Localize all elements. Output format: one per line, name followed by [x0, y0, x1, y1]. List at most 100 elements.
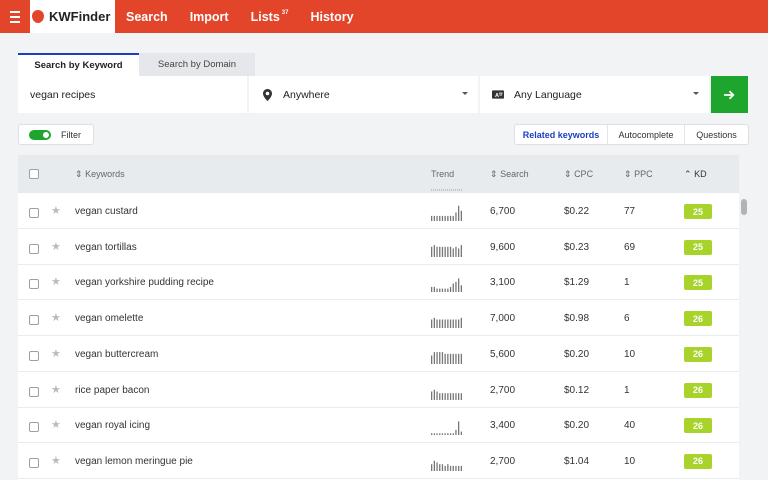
- star-icon[interactable]: ★: [51, 347, 61, 360]
- trend-bar: [431, 391, 433, 400]
- trend-bar: [436, 246, 438, 257]
- trend-bar: [460, 285, 462, 293]
- trend-bar: [449, 215, 452, 221]
- trend-bar: [455, 319, 457, 329]
- trend-bar: [439, 464, 441, 471]
- translate-icon: A: [492, 90, 504, 99]
- row-checkbox[interactable]: [29, 457, 39, 468]
- col-kd[interactable]: ⌃ KD: [684, 169, 707, 180]
- nav-lists-label: Lists: [250, 9, 280, 24]
- brand-name: KWFinder: [49, 9, 111, 24]
- star-icon[interactable]: ★: [51, 454, 61, 467]
- trend-bar: [431, 433, 433, 436]
- search-go-button[interactable]: [711, 76, 748, 113]
- trend-bar: [436, 433, 438, 436]
- search-volume-cell: 2,700: [490, 455, 516, 467]
- trend-sparkline: [431, 244, 462, 257]
- table-row[interactable]: ★ vegan tortillas 9,600 $0.23 69 25: [18, 229, 740, 265]
- row-checkbox[interactable]: [29, 350, 39, 361]
- trend-bar: [441, 464, 444, 471]
- scrollbar-thumb[interactable]: [741, 199, 747, 215]
- trend-bar: [439, 433, 441, 436]
- row-checkbox[interactable]: [29, 315, 39, 326]
- nav-history[interactable]: History: [310, 10, 353, 24]
- search-volume-cell: 6,700: [490, 206, 516, 217]
- star-icon[interactable]: ★: [51, 311, 61, 324]
- trend-bar: [447, 353, 449, 364]
- star-icon[interactable]: ★: [51, 240, 61, 253]
- select-all-checkbox[interactable]: [29, 169, 39, 179]
- star-icon[interactable]: ★: [51, 418, 61, 431]
- row-checkbox[interactable]: [29, 279, 39, 290]
- table-header: ⇕ Keywords Trend ⇕ Search ⇕ CPC ⇕ PPC ⌃ …: [18, 155, 749, 193]
- trend-sparkline: [431, 460, 462, 471]
- table-row[interactable]: ★ vegan custard 6,700 $0.22 77 25: [18, 193, 740, 229]
- tab-autocomplete[interactable]: Autocomplete: [608, 125, 685, 144]
- col-ppc[interactable]: ⇕ PPC: [624, 169, 653, 180]
- nav-search[interactable]: Search: [126, 10, 168, 24]
- col-ppc-label: PPC: [634, 169, 653, 179]
- star-icon[interactable]: ★: [51, 204, 61, 217]
- kd-badge: 26: [684, 311, 712, 327]
- row-checkbox[interactable]: [29, 422, 39, 433]
- location-select[interactable]: Anywhere: [249, 76, 478, 113]
- trend-bar: [444, 353, 446, 364]
- table-row[interactable]: ★ rice paper bacon 2,700 $0.12 1 26: [18, 372, 740, 408]
- main-nav: Search Import Lists 37 History: [126, 0, 376, 33]
- trend-bar: [458, 353, 460, 364]
- table-row[interactable]: ★ vegan lemon meringue pie 2,700 $1.04 10 26: [18, 443, 740, 479]
- table-scrollbar[interactable]: [739, 155, 749, 480]
- language-select[interactable]: A Any Language: [480, 76, 709, 113]
- keyword-cell[interactable]: vegan lemon meringue pie: [75, 456, 193, 467]
- cpc-cell: $1.04: [564, 455, 590, 467]
- search-volume-cell: 7,000: [490, 313, 516, 325]
- trend-bar: [455, 212, 457, 221]
- trend-bar: [439, 351, 441, 364]
- table-row[interactable]: ★ vegan yorkshire pudding recipe 3,100 $1.2…: [18, 264, 740, 301]
- tab-search-by-domain[interactable]: Search by Domain: [139, 53, 255, 76]
- trend-bar: [441, 288, 444, 293]
- trend-bar: [447, 215, 449, 221]
- tab-related-keywords[interactable]: Related keywords: [515, 125, 608, 144]
- star-icon[interactable]: ★: [51, 275, 61, 288]
- col-trend: Trend: [431, 169, 455, 179]
- trend-bar: [444, 392, 446, 400]
- keyword-cell[interactable]: vegan custard: [75, 206, 138, 217]
- row-checkbox[interactable]: [29, 243, 39, 254]
- keyword-cell[interactable]: vegan buttercream: [75, 349, 158, 360]
- col-keywords[interactable]: ⇕ Keywords: [75, 169, 125, 180]
- nav-lists[interactable]: Lists 37: [251, 10, 289, 24]
- menu-icon[interactable]: [0, 0, 30, 33]
- nav-import[interactable]: Import: [190, 10, 229, 24]
- filter-button[interactable]: Filter: [18, 124, 94, 145]
- star-icon[interactable]: ★: [51, 383, 61, 396]
- row-checkbox[interactable]: [29, 386, 39, 397]
- keyword-input[interactable]: [18, 76, 247, 113]
- table-row[interactable]: ★ vegan royal icing 3,400 $0.20 40 26: [18, 407, 740, 444]
- keyword-cell[interactable]: vegan omelette: [75, 313, 143, 324]
- keyword-cell[interactable]: rice paper bacon: [75, 385, 150, 396]
- trend-bar: [433, 460, 435, 471]
- table-row[interactable]: ★ vegan buttercream 5,600 $0.20 10 26: [18, 336, 740, 372]
- col-cpc[interactable]: ⇕ CPC: [564, 169, 593, 180]
- col-search[interactable]: ⇕ Search: [490, 169, 529, 180]
- keyword-cell[interactable]: vegan yorkshire pudding recipe: [75, 277, 214, 288]
- tab-questions[interactable]: Questions: [685, 125, 748, 144]
- table-row[interactable]: ★ vegan omelette 7,000 $0.98 6 26: [18, 300, 740, 337]
- trend-bar: [460, 353, 462, 364]
- trend-bar: [444, 288, 446, 293]
- filter-toggle[interactable]: [29, 129, 51, 140]
- search-volume-cell: 9,600: [490, 241, 516, 253]
- trend-bar: [460, 392, 462, 400]
- trend-bar: [458, 205, 460, 221]
- tab-search-by-keyword[interactable]: Search by Keyword: [18, 53, 139, 76]
- trend-bar: [458, 421, 460, 436]
- location-pin-icon: [261, 88, 273, 101]
- brand[interactable]: KWFinder: [30, 0, 115, 33]
- row-checkbox[interactable]: [29, 208, 39, 218]
- filter-label: Filter: [61, 129, 81, 140]
- keyword-cell[interactable]: vegan tortillas: [75, 242, 137, 253]
- cpc-cell: $0.20: [564, 348, 590, 360]
- trend-bar: [460, 244, 462, 257]
- keyword-cell[interactable]: vegan royal icing: [75, 420, 150, 431]
